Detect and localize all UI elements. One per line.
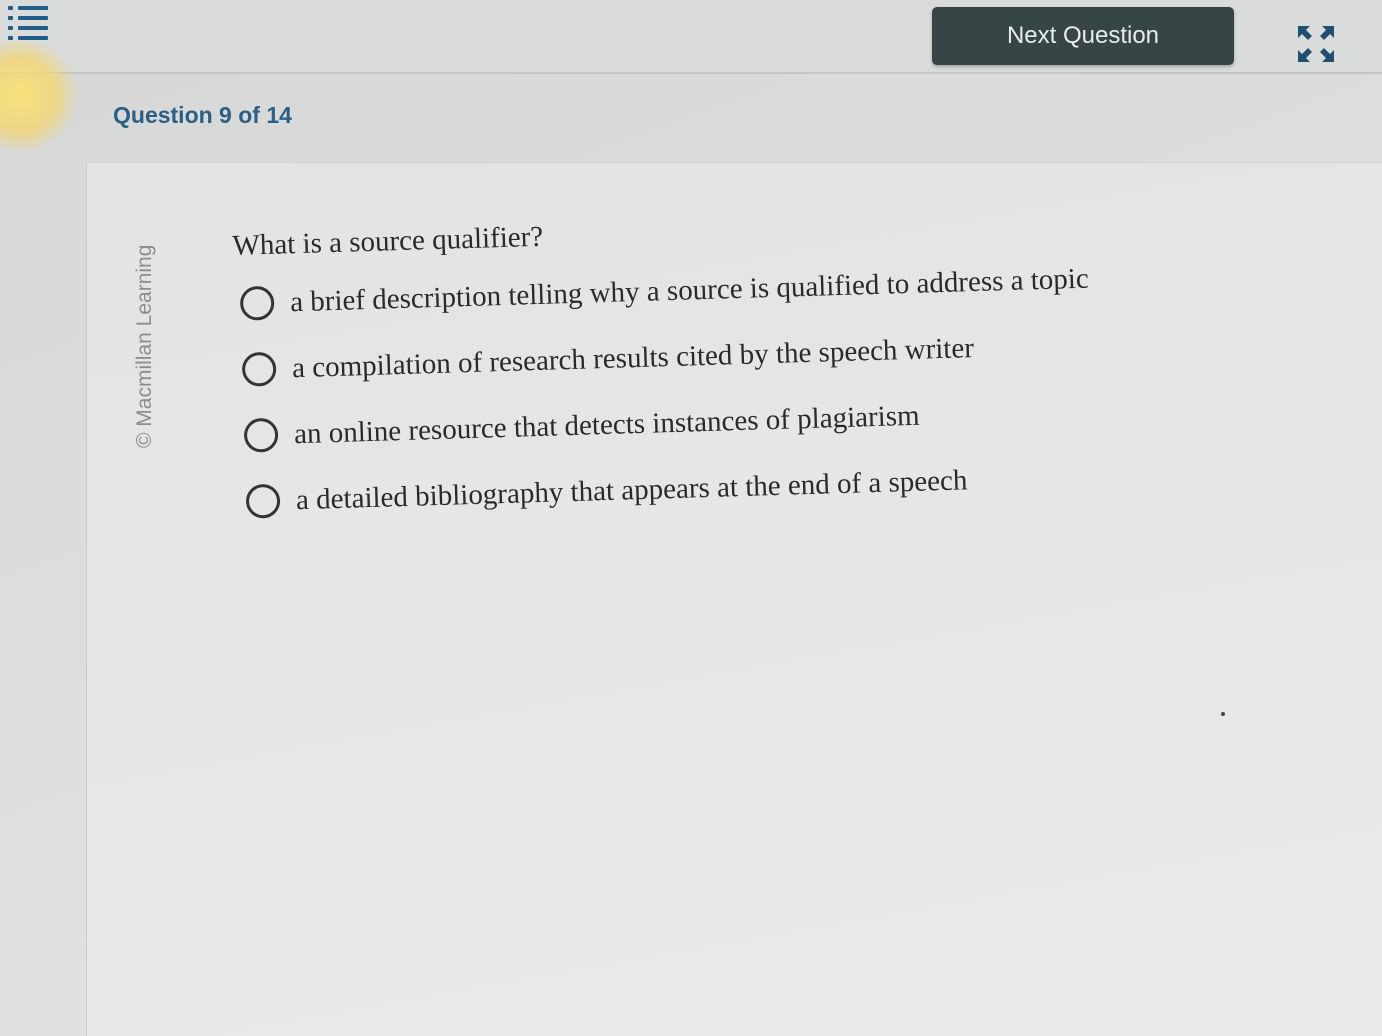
expand-arrows-svg [1298, 26, 1334, 62]
menu-bar [18, 26, 48, 30]
question-counter: Question 9 of 14 [113, 102, 292, 128]
radio-button[interactable] [241, 351, 277, 387]
answer-option-label: an online resource that detects instance… [293, 399, 920, 450]
menu-bar [18, 6, 48, 10]
radio-button[interactable] [243, 417, 279, 453]
top-bar: Next Question [0, 0, 1382, 74]
question-block: What is a source qualifier? a brief desc… [232, 205, 1096, 535]
expand-arrows-icon[interactable] [1296, 24, 1336, 64]
answer-option-label: a brief description telling why a source… [289, 262, 1090, 318]
menu-bar [18, 16, 48, 20]
copyright-label: © Macmillan Learning [133, 244, 156, 448]
menu-dot [8, 26, 13, 30]
screen: Next Question Question 9 of 14 © Macmill… [0, 0, 1382, 1036]
list-menu-icon[interactable] [8, 4, 52, 40]
menu-dot [8, 6, 13, 10]
menu-dot [8, 16, 13, 20]
next-question-button[interactable]: Next Question [932, 7, 1234, 65]
answer-option-label: a detailed bibliography that appears at … [295, 463, 968, 516]
radio-button[interactable] [245, 483, 281, 519]
screen-speck [1221, 712, 1225, 716]
radio-button[interactable] [239, 285, 275, 321]
answer-option-label: a compilation of research results cited … [291, 331, 975, 384]
